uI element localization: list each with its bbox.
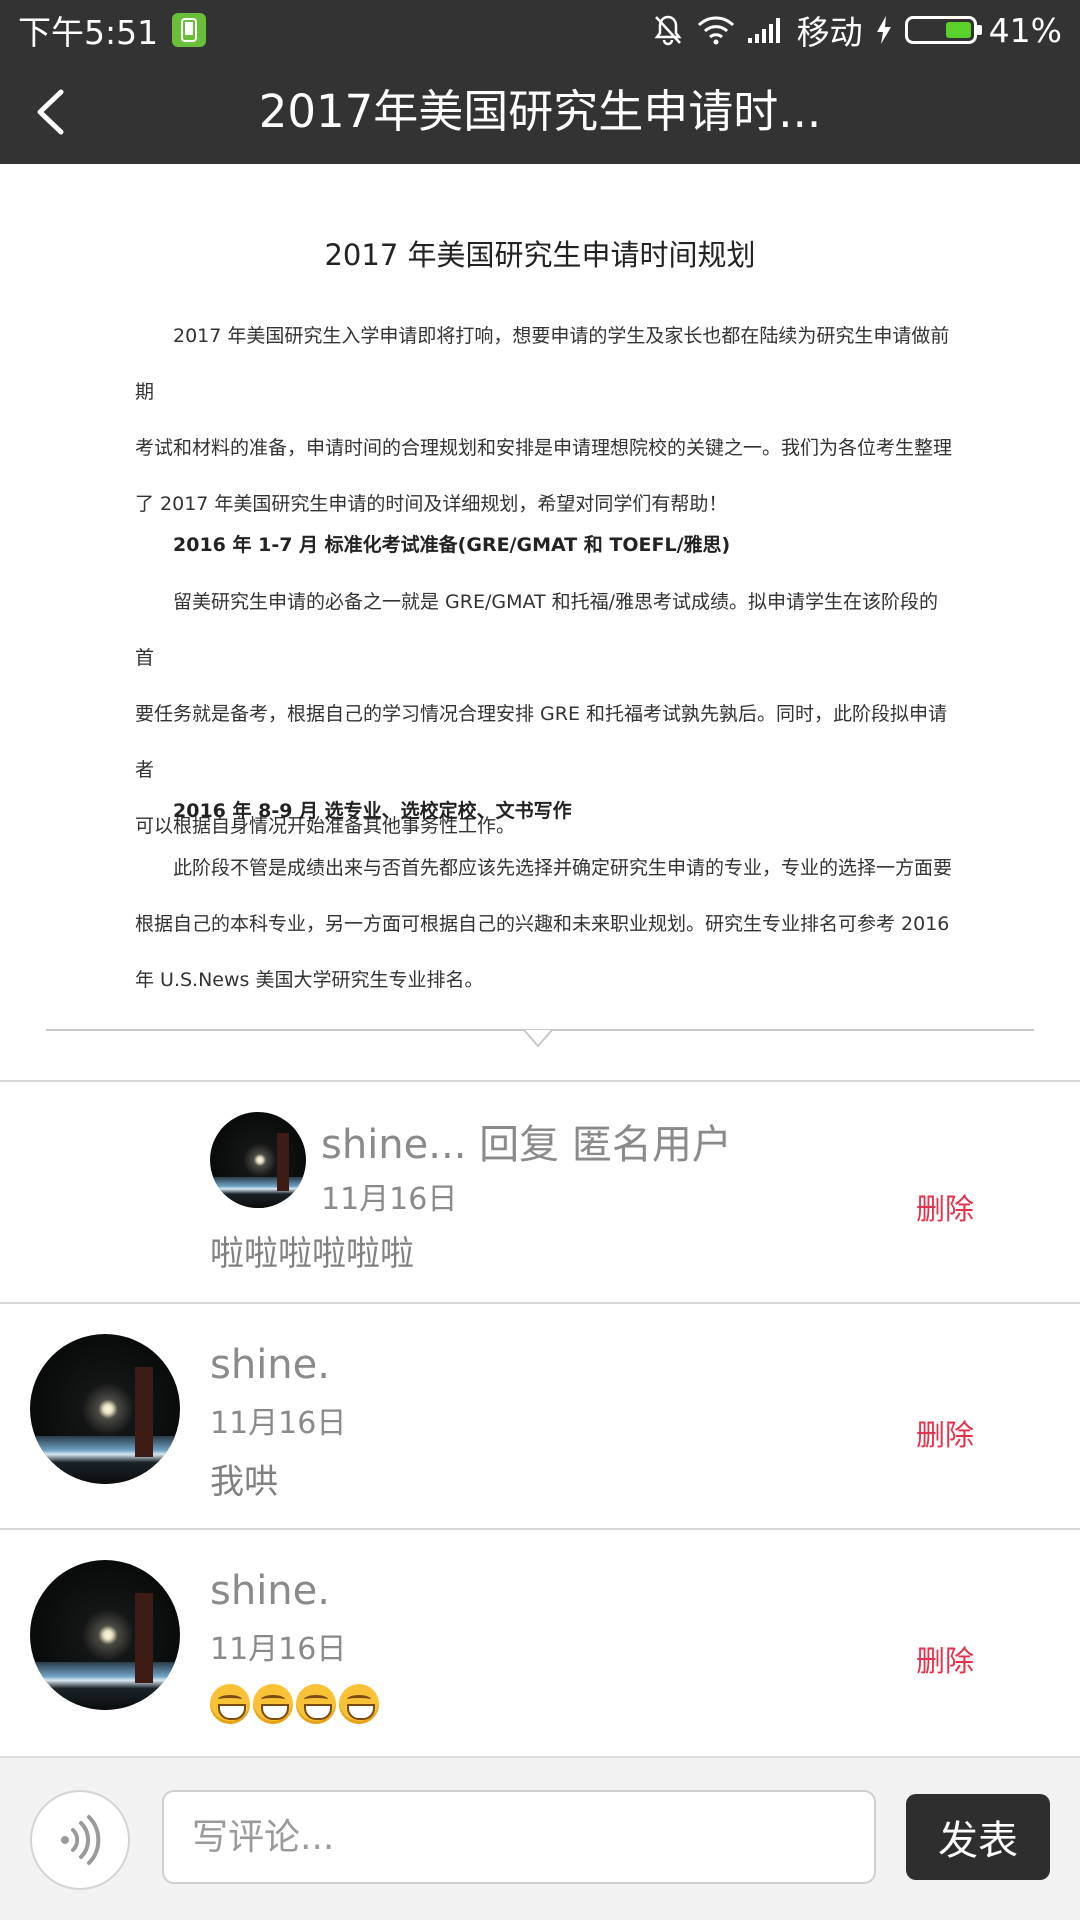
signal-icon [747, 16, 785, 44]
paragraph-line: 要任务就是备考，根据自己的学习情况合理安排 GRE 和托福考试孰先孰后。同时，此… [135, 703, 948, 781]
comment-text: 啦啦啦啦啦啦 [210, 1234, 414, 1274]
avatar[interactable] [30, 1560, 180, 1710]
article-title: 2017 年美国研究生申请时间规划 [324, 238, 756, 272]
mute-icon [651, 13, 685, 47]
article-paragraph-3: 此阶段不管是成绩出来与否首先都应该先选择并确定研究生申请的专业，专业的选择一方面… [135, 840, 955, 1008]
comment-emoji-row [210, 1682, 382, 1724]
battery-level [946, 22, 971, 38]
status-bar: 下午5:51 移动 41% [0, 0, 1080, 60]
battery-percent: 41% [988, 10, 1062, 50]
grinning-face-icon [339, 1683, 379, 1724]
paragraph-line: 留美研究生申请的必备之一就是 GRE/GMAT 和托福/雅思考试成绩。拟申请学生… [135, 591, 939, 669]
comment-text: 我哄 [210, 1462, 278, 1502]
article-heading-2: 2016 年 8-9 月 选专业、选校定校、文书写作 [135, 783, 955, 839]
back-arrow-icon [37, 89, 64, 135]
voice-input-icon [61, 1815, 101, 1865]
delete-button[interactable]: 删除 [916, 1186, 974, 1228]
carrier-label: 移动 [796, 13, 863, 52]
article-paragraph-1: 2017 年美国研究生入学申请即将打响，想要申请的学生及家长也都在陆续为研究生申… [135, 308, 955, 532]
paragraph-line: 此阶段不管是成绩出来与否首先都应该先选择并确定研究生申请的专业，专业的选择一方面… [173, 857, 953, 879]
wifi-icon [697, 15, 735, 45]
publish-button[interactable]: 发表 [906, 1794, 1050, 1880]
comment-item: shine... 回复 匿名用户 11月16日 啦啦啦啦啦啦 删除 [0, 1082, 1080, 1302]
comment-date: 11月16日 [321, 1182, 458, 1217]
page-title: 2017年美国研究生申请时... [258, 85, 822, 138]
heading-text: 2016 年 8-9 月 选专业、选校定校、文书写作 [173, 800, 572, 822]
divider-notch-icon [522, 1029, 554, 1048]
avatar[interactable] [30, 1334, 180, 1484]
status-time: 下午5:51 [18, 13, 159, 52]
comment-item: shine. 11月16日 我哄 删除 [0, 1304, 1080, 1528]
grinning-face-icon [296, 1683, 336, 1724]
paragraph-line: 年 U.S.News 美国大学研究生专业排名。 [135, 969, 484, 991]
battery-icon [904, 16, 982, 44]
article-content: 2017 年美国研究生申请时间规划 2017 年美国研究生入学申请即将打响，想要… [0, 164, 1080, 1028]
paragraph-line: 了 2017 年美国研究生申请的时间及详细规划，希望对同学们有帮助！ [135, 493, 728, 515]
comment-input-bar: 发表 [0, 1756, 1080, 1920]
heading-text: 2016 年 1-7 月 标准化考试准备(GRE/GMAT 和 TOEFL/雅思… [173, 534, 731, 556]
grinning-face-icon [210, 1683, 250, 1724]
comment-author: shine. [210, 1342, 330, 1388]
comment-date: 11月16日 [210, 1632, 347, 1667]
grinning-face-icon [253, 1683, 293, 1724]
voice-input-button[interactable] [30, 1790, 130, 1890]
comment-item: shine. 11月16日 删除 [0, 1530, 1080, 1756]
back-button[interactable] [18, 80, 82, 144]
comment-author: shine... 回复 匿名用户 [321, 1122, 732, 1168]
paragraph-line: 根据自己的本科专业，另一方面可根据自己的兴趣和未来职业规划。研究生专业排名可参考… [135, 913, 950, 935]
article-heading-1: 2016 年 1-7 月 标准化考试准备(GRE/GMAT 和 TOEFL/雅思… [135, 517, 955, 573]
phone-app-icon [172, 13, 207, 47]
charging-icon [875, 15, 893, 45]
delete-button[interactable]: 删除 [916, 1638, 974, 1680]
nav-bar: 2017年美国研究生申请时... [0, 60, 1080, 164]
delete-button[interactable]: 删除 [916, 1412, 974, 1454]
comment-input[interactable] [162, 1790, 876, 1884]
comment-author: shine. [210, 1568, 330, 1614]
paragraph-line: 2017 年美国研究生入学申请即将打响，想要申请的学生及家长也都在陆续为研究生申… [135, 325, 950, 403]
paragraph-line: 考试和材料的准备，申请时间的合理规划和安排是申请理想院校的关键之一。我们为各位考… [135, 437, 953, 459]
comment-date: 11月16日 [210, 1406, 347, 1441]
avatar[interactable] [210, 1112, 306, 1208]
